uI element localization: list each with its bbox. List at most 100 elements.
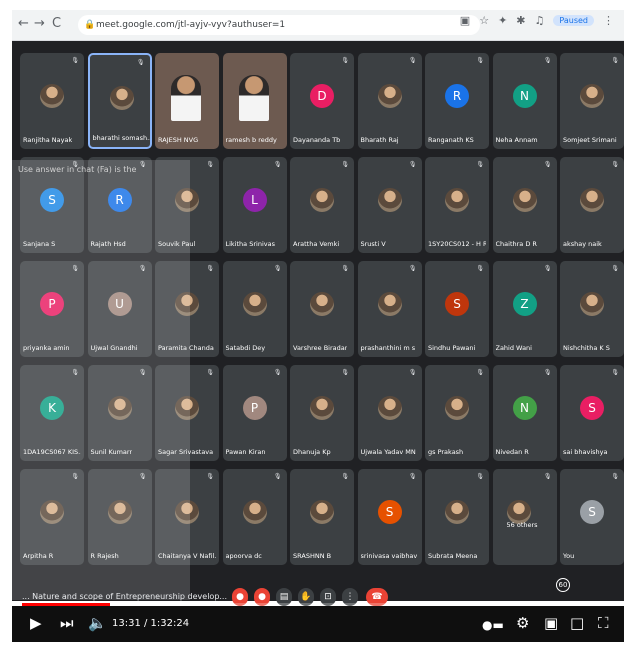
participant-tile[interactable]: 🎙 gs Prakash [425, 365, 489, 461]
reload-icon[interactable]: C [52, 16, 61, 31]
participant-name: Neha Annam [495, 136, 538, 144]
participant-tile[interactable]: 🎙 Somjeet Srimani [560, 53, 624, 149]
avatar: S [580, 396, 604, 420]
lock-icon: 🔒 [84, 20, 96, 30]
participant-tile[interactable]: 🎙 S Sindhu Pawani [425, 261, 489, 357]
volume-icon[interactable]: 🔈 [88, 614, 107, 632]
avatar-photo [310, 396, 334, 420]
participant-tile[interactable]: 🎙 Nishchitha K S [560, 261, 624, 357]
avatar-photo [580, 84, 604, 108]
avatar-photo [310, 188, 334, 212]
participant-tile[interactable]: 🎙 Arattha Vemki [290, 157, 354, 253]
participant-tile[interactable]: 🎙 Satabdi Dey [222, 261, 287, 357]
participant-name: prashanthini m s [360, 344, 416, 352]
participant-tile[interactable]: ramesh b reddy [222, 53, 287, 149]
puzzle-icon[interactable]: ✱ [516, 14, 525, 27]
mic-muted-icon: 🎙 [408, 473, 417, 480]
participant-name: RAJESH NVG [158, 136, 199, 144]
participant-name: Ranjitha Nayak [23, 136, 73, 144]
mic-muted-icon: 🎙 [611, 369, 619, 376]
avatar-photo [377, 292, 402, 316]
autoplay-toggle-icon[interactable]: ●▬ [482, 618, 504, 632]
participant-tile[interactable]: 🎙 Chaithra D R [492, 157, 557, 253]
participant-video [171, 75, 201, 121]
avatar: R [445, 84, 469, 108]
participant-tile[interactable]: 🎙 Ssrinivasa vaibhav [357, 469, 422, 565]
mic-muted-icon: 🎙 [71, 57, 79, 64]
participant-name: srinivasa vaibhav [360, 552, 418, 560]
participant-tile[interactable]: 🎙 Bharath Raj [357, 53, 422, 149]
avatar-photo [242, 292, 267, 316]
mic-muted-icon: 🎙 [611, 57, 619, 64]
participant-name: Dayananda Tb [293, 136, 341, 144]
participant-tile[interactable]: 🎙 Ranjitha Nayak [20, 53, 84, 149]
miniplayer-icon[interactable]: ▣ [544, 614, 558, 632]
participant-tile[interactable]: 🎙 Subrata Meena [425, 469, 489, 565]
avatar-photo [445, 188, 469, 212]
participant-tile[interactable]: 🎙 N Nivedan R [492, 365, 557, 461]
participant-count-badge: 60 [556, 578, 570, 592]
gear-icon[interactable]: ⚙ [516, 614, 529, 632]
participant-tile[interactable]: 🎙 P Pawan Kiran [222, 365, 287, 461]
participant-tile[interactable]: RAJESH NVG [155, 53, 219, 149]
fullscreen-icon[interactable]: ⛶ [598, 614, 609, 632]
participant-tile[interactable]: 🎙 L Likitha Srinivas [222, 157, 287, 253]
participant-tile[interactable]: 🎙 R Ranganath KS [425, 53, 489, 149]
media-icon[interactable]: ♫ [535, 14, 545, 27]
mic-muted-icon: 🎙 [341, 57, 349, 64]
mic-muted-icon: 🎙 [543, 161, 552, 168]
menu-icon[interactable]: ⋮ [603, 14, 614, 27]
participant-tile[interactable]: 🎙 56 others [492, 469, 557, 565]
participant-name: Satabdi Dey [225, 344, 266, 352]
time-display: 13:31 / 1:32:24 [112, 618, 190, 629]
play-icon[interactable]: ▶ [30, 614, 42, 632]
participant-name: Chaithra D R [495, 240, 537, 248]
avatar-photo [377, 84, 402, 108]
extension-icon[interactable]: ✦ [498, 14, 507, 27]
participant-tile[interactable]: 🎙 S You [560, 469, 624, 565]
browser-toolbar: ← → C 🔒 meet.google.com/jtl-ayjv-vyv?aut… [12, 10, 624, 41]
mic-muted-icon: 🎙 [543, 369, 552, 376]
profile-button[interactable]: Paused [553, 15, 594, 26]
participant-tile[interactable]: 🎙 Ssai bhavishya [560, 365, 624, 461]
mic-muted-icon: 🎙 [341, 161, 349, 168]
participant-tile[interactable]: 🎙 D Dayananda Tb [290, 53, 354, 149]
participant-video [238, 75, 269, 121]
participant-tile[interactable]: 🎙 Dhanuja Kp [290, 365, 354, 461]
star-icon[interactable]: ☆ [479, 14, 489, 27]
avatar: Z [512, 292, 537, 316]
participant-name: Ujwala Yadav MN [360, 448, 416, 456]
overlay-caption: Use answer in chat (Fa) is the [18, 165, 137, 174]
mic-muted-icon: 🎙 [206, 161, 214, 168]
theater-mode-icon[interactable]: □ [570, 614, 584, 632]
address-bar[interactable]: 🔒 meet.google.com/jtl-ayjv-vyv?authuser=… [78, 15, 480, 35]
video-title: ... Nature and scope of Entrepreneurship… [22, 592, 228, 601]
participant-name: Somjeet Srimani [563, 136, 617, 144]
participant-name: gs Prakash [428, 448, 464, 456]
chat-overlay [12, 160, 190, 600]
participant-tile[interactable]: 🎙 apoorva dc [222, 469, 287, 565]
forward-icon[interactable]: → [34, 16, 45, 31]
participant-tile[interactable]: 🎙 Z Zahid Wani [492, 261, 557, 357]
participant-name: Sindhu Pawani [428, 344, 476, 352]
avatar: N [512, 396, 537, 420]
mic-muted-icon: 🎙 [543, 265, 552, 272]
participant-tile[interactable]: 🎙 prashanthini m s [357, 261, 422, 357]
avatar-photo [109, 86, 134, 110]
participant-tile[interactable]: 🎙 SRASHNN B [290, 469, 354, 565]
next-icon[interactable]: ⏭ [60, 614, 74, 632]
participant-tile[interactable]: 🎙 1SY20CS012 - H R... [425, 157, 489, 253]
mic-muted-icon: 🎙 [341, 473, 349, 480]
mic-muted-icon: 🎙 [611, 265, 619, 272]
participant-tile[interactable]: 🎙 Varshree Biradar [290, 261, 354, 357]
participant-tile[interactable]: 🎙 Srusti V [357, 157, 422, 253]
participant-tile[interactable]: 🎙 akshay naik [560, 157, 624, 253]
participant-name: Srusti V [360, 240, 386, 248]
back-icon[interactable]: ← [18, 16, 29, 31]
participant-tile[interactable]: 🎙 bharathi somash... [87, 53, 152, 149]
avatar-photo [40, 84, 64, 108]
participant-tile[interactable]: 🎙 N Neha Annam [492, 53, 557, 149]
mic-muted-icon: 🎙 [341, 265, 349, 272]
participant-tile[interactable]: 🎙 Ujwala Yadav MN [357, 365, 422, 461]
cast-icon[interactable]: ▣ [460, 14, 470, 27]
